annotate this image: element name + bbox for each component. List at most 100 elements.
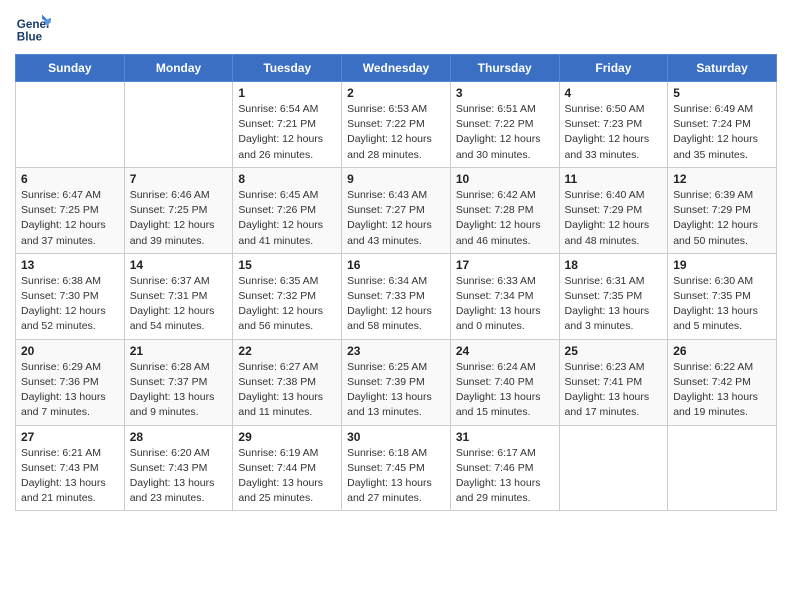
calendar-cell: 29 Sunrise: 6:19 AM Sunset: 7:44 PM Dayli… (233, 425, 342, 511)
cell-content: Sunrise: 6:45 AM Sunset: 7:26 PM Dayligh… (238, 188, 336, 249)
day-number: 11 (565, 172, 663, 186)
cell-content: Sunrise: 6:29 AM Sunset: 7:36 PM Dayligh… (21, 360, 119, 421)
calendar-cell: 31 Sunrise: 6:17 AM Sunset: 7:46 PM Dayli… (450, 425, 559, 511)
cell-content: Sunrise: 6:39 AM Sunset: 7:29 PM Dayligh… (673, 188, 771, 249)
calendar-cell: 10 Sunrise: 6:42 AM Sunset: 7:28 PM Dayli… (450, 167, 559, 253)
calendar-cell: 27 Sunrise: 6:21 AM Sunset: 7:43 PM Dayli… (16, 425, 125, 511)
day-number: 14 (130, 258, 228, 272)
day-header-monday: Monday (124, 55, 233, 82)
cell-content: Sunrise: 6:19 AM Sunset: 7:44 PM Dayligh… (238, 446, 336, 507)
calendar-cell: 23 Sunrise: 6:25 AM Sunset: 7:39 PM Dayli… (342, 339, 451, 425)
cell-content: Sunrise: 6:28 AM Sunset: 7:37 PM Dayligh… (130, 360, 228, 421)
calendar-cell: 5Sunrise: 6:49 AM Sunset: 7:24 PM Daylig… (668, 82, 777, 168)
logo-icon: General Blue (15, 10, 51, 46)
day-number: 1 (238, 86, 336, 100)
day-number: 27 (21, 430, 119, 444)
calendar-cell: 2 Sunrise: 6:53 AM Sunset: 7:22 PM Daylig… (342, 82, 451, 168)
day-number: 22 (238, 344, 336, 358)
page-header: General Blue (15, 10, 777, 46)
day-number: 13 (21, 258, 119, 272)
logo: General Blue (15, 10, 55, 46)
calendar-cell: 6 Sunrise: 6:47 AM Sunset: 7:25 PM Daylig… (16, 167, 125, 253)
day-number: 28 (130, 430, 228, 444)
cell-content: Sunrise: 6:50 AM Sunset: 7:23 PM Dayligh… (565, 102, 663, 163)
calendar-cell (16, 82, 125, 168)
day-number: 7 (130, 172, 228, 186)
calendar-cell: 17 Sunrise: 6:33 AM Sunset: 7:34 PM Dayli… (450, 253, 559, 339)
calendar-cell: 16 Sunrise: 6:34 AM Sunset: 7:33 PM Dayli… (342, 253, 451, 339)
day-number: 18 (565, 258, 663, 272)
day-number: 31 (456, 430, 554, 444)
calendar-cell: 19Sunrise: 6:30 AM Sunset: 7:35 PM Dayli… (668, 253, 777, 339)
cell-content: Sunrise: 6:42 AM Sunset: 7:28 PM Dayligh… (456, 188, 554, 249)
calendar-table: SundayMondayTuesdayWednesdayThursdayFrid… (15, 54, 777, 511)
calendar-cell (668, 425, 777, 511)
day-number: 6 (21, 172, 119, 186)
calendar-cell: 4Sunrise: 6:50 AM Sunset: 7:23 PM Daylig… (559, 82, 668, 168)
cell-content: Sunrise: 6:22 AM Sunset: 7:42 PM Dayligh… (673, 360, 771, 421)
calendar-cell: 15 Sunrise: 6:35 AM Sunset: 7:32 PM Dayli… (233, 253, 342, 339)
calendar-cell: 25 Sunrise: 6:23 AM Sunset: 7:41 PM Dayli… (559, 339, 668, 425)
day-number: 24 (456, 344, 554, 358)
cell-content: Sunrise: 6:31 AM Sunset: 7:35 PM Dayligh… (565, 274, 663, 335)
day-number: 16 (347, 258, 445, 272)
calendar-cell: 7 Sunrise: 6:46 AM Sunset: 7:25 PM Daylig… (124, 167, 233, 253)
calendar-cell: 3Sunrise: 6:51 AM Sunset: 7:22 PM Daylig… (450, 82, 559, 168)
day-number: 2 (347, 86, 445, 100)
svg-text:Blue: Blue (17, 31, 43, 44)
cell-content: Sunrise: 6:54 AM Sunset: 7:21 PM Dayligh… (238, 102, 336, 163)
day-number: 29 (238, 430, 336, 444)
calendar-cell: 20 Sunrise: 6:29 AM Sunset: 7:36 PM Dayli… (16, 339, 125, 425)
day-number: 21 (130, 344, 228, 358)
cell-content: Sunrise: 6:38 AM Sunset: 7:30 PM Dayligh… (21, 274, 119, 335)
cell-content: Sunrise: 6:20 AM Sunset: 7:43 PM Dayligh… (130, 446, 228, 507)
day-header-thursday: Thursday (450, 55, 559, 82)
day-number: 23 (347, 344, 445, 358)
calendar-week-5: 27 Sunrise: 6:21 AM Sunset: 7:43 PM Dayli… (16, 425, 777, 511)
cell-content: Sunrise: 6:30 AM Sunset: 7:35 PM Dayligh… (673, 274, 771, 335)
day-header-tuesday: Tuesday (233, 55, 342, 82)
cell-content: Sunrise: 6:18 AM Sunset: 7:45 PM Dayligh… (347, 446, 445, 507)
calendar-cell: 1 Sunrise: 6:54 AM Sunset: 7:21 PM Daylig… (233, 82, 342, 168)
cell-content: Sunrise: 6:35 AM Sunset: 7:32 PM Dayligh… (238, 274, 336, 335)
calendar-cell (124, 82, 233, 168)
cell-content: Sunrise: 6:33 AM Sunset: 7:34 PM Dayligh… (456, 274, 554, 335)
calendar-week-3: 13 Sunrise: 6:38 AM Sunset: 7:30 PM Dayli… (16, 253, 777, 339)
cell-content: Sunrise: 6:51 AM Sunset: 7:22 PM Dayligh… (456, 102, 554, 163)
cell-content: Sunrise: 6:27 AM Sunset: 7:38 PM Dayligh… (238, 360, 336, 421)
day-number: 15 (238, 258, 336, 272)
day-number: 25 (565, 344, 663, 358)
day-number: 8 (238, 172, 336, 186)
day-number: 30 (347, 430, 445, 444)
calendar-cell: 13 Sunrise: 6:38 AM Sunset: 7:30 PM Dayli… (16, 253, 125, 339)
calendar-cell: 8 Sunrise: 6:45 AM Sunset: 7:26 PM Daylig… (233, 167, 342, 253)
calendar-cell: 11 Sunrise: 6:40 AM Sunset: 7:29 PM Dayli… (559, 167, 668, 253)
calendar-cell (559, 425, 668, 511)
cell-content: Sunrise: 6:53 AM Sunset: 7:22 PM Dayligh… (347, 102, 445, 163)
cell-content: Sunrise: 6:47 AM Sunset: 7:25 PM Dayligh… (21, 188, 119, 249)
calendar-cell: 14Sunrise: 6:37 AM Sunset: 7:31 PM Dayli… (124, 253, 233, 339)
day-number: 9 (347, 172, 445, 186)
cell-content: Sunrise: 6:43 AM Sunset: 7:27 PM Dayligh… (347, 188, 445, 249)
calendar-cell: 24Sunrise: 6:24 AM Sunset: 7:40 PM Dayli… (450, 339, 559, 425)
cell-content: Sunrise: 6:49 AM Sunset: 7:24 PM Dayligh… (673, 102, 771, 163)
day-number: 12 (673, 172, 771, 186)
cell-content: Sunrise: 6:23 AM Sunset: 7:41 PM Dayligh… (565, 360, 663, 421)
day-number: 20 (21, 344, 119, 358)
calendar-cell: 28 Sunrise: 6:20 AM Sunset: 7:43 PM Dayli… (124, 425, 233, 511)
day-number: 10 (456, 172, 554, 186)
cell-content: Sunrise: 6:40 AM Sunset: 7:29 PM Dayligh… (565, 188, 663, 249)
day-number: 17 (456, 258, 554, 272)
cell-content: Sunrise: 6:21 AM Sunset: 7:43 PM Dayligh… (21, 446, 119, 507)
cell-content: Sunrise: 6:46 AM Sunset: 7:25 PM Dayligh… (130, 188, 228, 249)
calendar-cell: 12 Sunrise: 6:39 AM Sunset: 7:29 PM Dayli… (668, 167, 777, 253)
day-header-wednesday: Wednesday (342, 55, 451, 82)
cell-content: Sunrise: 6:34 AM Sunset: 7:33 PM Dayligh… (347, 274, 445, 335)
calendar-cell: 22 Sunrise: 6:27 AM Sunset: 7:38 PM Dayli… (233, 339, 342, 425)
cell-content: Sunrise: 6:25 AM Sunset: 7:39 PM Dayligh… (347, 360, 445, 421)
calendar-week-2: 6 Sunrise: 6:47 AM Sunset: 7:25 PM Daylig… (16, 167, 777, 253)
day-header-sunday: Sunday (16, 55, 125, 82)
calendar-cell: 18 Sunrise: 6:31 AM Sunset: 7:35 PM Dayli… (559, 253, 668, 339)
day-header-saturday: Saturday (668, 55, 777, 82)
cell-content: Sunrise: 6:17 AM Sunset: 7:46 PM Dayligh… (456, 446, 554, 507)
